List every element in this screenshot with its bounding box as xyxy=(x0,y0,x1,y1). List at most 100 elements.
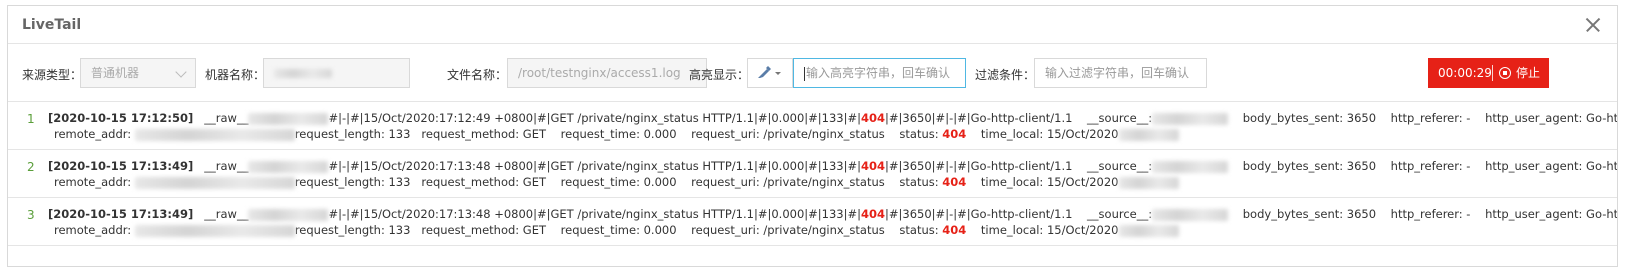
log-status-key: status: xyxy=(899,223,939,237)
close-icon[interactable] xyxy=(1583,15,1603,35)
redacted-block xyxy=(1118,176,1179,189)
log-time-local: time_local: 15/Oct/2020 xyxy=(980,223,1119,237)
log-line-number: 2 xyxy=(27,160,35,174)
source-type-select[interactable]: 普通机器 xyxy=(80,58,196,88)
file-name-label: 文件名称： xyxy=(447,68,508,82)
log-source-key: __source__: xyxy=(1087,159,1153,173)
highlight-placeholder: 输入高亮字符串，回车确认 xyxy=(806,66,951,80)
livetail-dialog: LiveTail 来源类型： 普通机器 机器名称： 文件名称： /root/te… xyxy=(7,5,1618,267)
log-request-length: request_length: 133 xyxy=(294,127,411,141)
redacted-block xyxy=(134,224,295,237)
log-raw-key: __raw__ xyxy=(204,159,249,173)
log-line-secondary: remote_addr: request_length: 133 request… xyxy=(54,223,1179,237)
log-line-number: 3 xyxy=(27,208,35,222)
redacted-block xyxy=(134,176,295,189)
log-line-primary: [2020-10-15 17:13:49] __raw__ #|-|#|15/Oc… xyxy=(48,207,1617,221)
log-referer: http_referer: - xyxy=(1390,159,1471,173)
log-referer: http_referer: - xyxy=(1390,207,1471,221)
redacted-block xyxy=(1118,224,1179,237)
log-raw-post: |#|3650|#|-|#|Go-http-client/1.1 xyxy=(885,111,1073,125)
highlight-input[interactable]: 输入高亮字符串，回车确认 xyxy=(793,58,966,88)
log-body-bytes: body_bytes_sent: 3650 xyxy=(1242,207,1377,221)
redacted-block xyxy=(1152,160,1229,173)
log-request-uri: request_uri: /private/nginx_status xyxy=(691,175,885,189)
log-request-length: request_length: 133 xyxy=(294,175,411,189)
filter-label: 过滤条件： xyxy=(975,68,1036,82)
filter-input[interactable]: 输入过滤字符串，回车确认 xyxy=(1034,58,1207,88)
log-raw-status: 404 xyxy=(861,207,886,221)
log-raw-status: 404 xyxy=(861,111,886,125)
log-timestamp: [2020-10-15 17:13:49] xyxy=(48,207,194,221)
dialog-header: LiveTail xyxy=(8,6,1617,44)
log-status-key: status: xyxy=(899,175,939,189)
log-line-primary: [2020-10-15 17:12:50] __raw__ #|-|#|15/Oc… xyxy=(48,111,1618,125)
redacted-block xyxy=(248,208,329,221)
filter-placeholder: 输入过滤字符串，回车确认 xyxy=(1045,66,1190,80)
redacted-block xyxy=(248,160,329,173)
stop-icon xyxy=(1499,67,1511,79)
log-request-method: request_method: GET xyxy=(421,127,547,141)
log-raw-pre: #|-|#|15/Oct/2020:17:13:48 +0800|#|GET /… xyxy=(328,207,862,221)
text-cursor xyxy=(804,66,805,81)
log-raw-post: |#|3650|#|-|#|Go-http-client/1.1 xyxy=(885,159,1073,173)
log-time-local: time_local: 15/Oct/2020 xyxy=(980,127,1119,141)
stop-label: 停止 xyxy=(1516,66,1541,80)
log-body-bytes: body_bytes_sent: 3650 xyxy=(1242,159,1377,173)
log-request-method: request_method: GET xyxy=(421,175,547,189)
log-entry: 2 [2020-10-15 17:13:49] __raw__ #|-|#|15/… xyxy=(8,150,1617,198)
log-request-uri: request_uri: /private/nginx_status xyxy=(691,127,885,141)
log-remote-addr: remote_addr: xyxy=(54,127,132,141)
log-status-value: 404 xyxy=(942,127,967,141)
log-timestamp: [2020-10-15 17:12:50] xyxy=(48,111,194,125)
log-body-bytes: body_bytes_sent: 3650 xyxy=(1242,111,1377,125)
log-request-method: request_method: GET xyxy=(421,223,547,237)
log-line-number: 1 xyxy=(27,112,35,126)
toolbar: 来源类型： 普通机器 机器名称： 文件名称： /root/testnginx/a… xyxy=(8,44,1617,102)
redacted-block xyxy=(248,112,329,125)
redacted-block xyxy=(1152,112,1229,125)
log-remote-addr: remote_addr: xyxy=(54,223,132,237)
log-raw-status: 404 xyxy=(861,159,886,173)
redacted-block xyxy=(1118,128,1179,141)
log-request-length: request_length: 133 xyxy=(294,223,411,237)
chevron-down-icon xyxy=(175,66,187,78)
highlighter-icon xyxy=(758,66,781,78)
log-line-secondary: remote_addr: request_length: 133 request… xyxy=(54,175,1179,189)
log-entry: 3 [2020-10-15 17:13:49] __raw__ #|-|#|15/… xyxy=(8,198,1617,246)
log-raw-pre: #|-|#|15/Oct/2020:17:13:48 +0800|#|GET /… xyxy=(328,159,862,173)
log-request-time: request_time: 0.000 xyxy=(560,223,677,237)
log-timestamp: [2020-10-15 17:13:49] xyxy=(48,159,194,173)
log-line-primary: [2020-10-15 17:13:49] __raw__ #|-|#|15/Oc… xyxy=(48,159,1618,173)
log-time-local: time_local: 15/Oct/2020 xyxy=(980,175,1119,189)
machine-name-redacted xyxy=(274,69,332,78)
log-status-value: 404 xyxy=(942,175,967,189)
stop-button[interactable]: 00:00:29 停止 xyxy=(1428,58,1549,88)
log-raw-key: __raw__ xyxy=(204,207,249,221)
file-name-value: /root/testnginx/access1.log xyxy=(518,66,681,80)
highlight-color-picker[interactable] xyxy=(747,58,793,88)
log-request-time: request_time: 0.000 xyxy=(560,175,677,189)
log-raw-pre: #|-|#|15/Oct/2020:17:12:49 +0800|#|GET /… xyxy=(328,111,862,125)
log-entry: 1 [2020-10-15 17:12:50] __raw__ #|-|#|15/… xyxy=(8,102,1617,150)
dialog-title: LiveTail xyxy=(22,17,82,33)
log-request-uri: request_uri: /private/nginx_status xyxy=(691,223,885,237)
source-type-value: 普通机器 xyxy=(91,66,140,80)
log-source-key: __source__: xyxy=(1087,207,1153,221)
log-remote-addr: remote_addr: xyxy=(54,175,132,189)
log-status-key: status: xyxy=(899,127,939,141)
log-raw-key: __raw__ xyxy=(204,111,249,125)
machine-name-field[interactable] xyxy=(263,58,410,88)
log-referer: http_referer: - xyxy=(1390,111,1471,125)
log-user-agent: http_user_agent: Go-http-client/1.1 xyxy=(1485,159,1618,173)
machine-name-label: 机器名称： xyxy=(205,68,266,82)
button-separator xyxy=(1492,65,1493,81)
log-user-agent: http_user_agent: Go-http-client/1.1 xyxy=(1485,111,1618,125)
log-line-secondary: remote_addr: request_length: 133 request… xyxy=(54,127,1179,141)
redacted-block xyxy=(134,128,295,141)
highlight-label: 高亮显示： xyxy=(689,68,750,82)
log-raw-post: |#|3650|#|-|#|Go-http-client/1.1 xyxy=(885,207,1073,221)
source-type-label: 来源类型： xyxy=(22,68,83,82)
file-name-field[interactable]: /root/testnginx/access1.log xyxy=(507,58,707,88)
log-status-value: 404 xyxy=(942,223,967,237)
log-request-time: request_time: 0.000 xyxy=(560,127,677,141)
